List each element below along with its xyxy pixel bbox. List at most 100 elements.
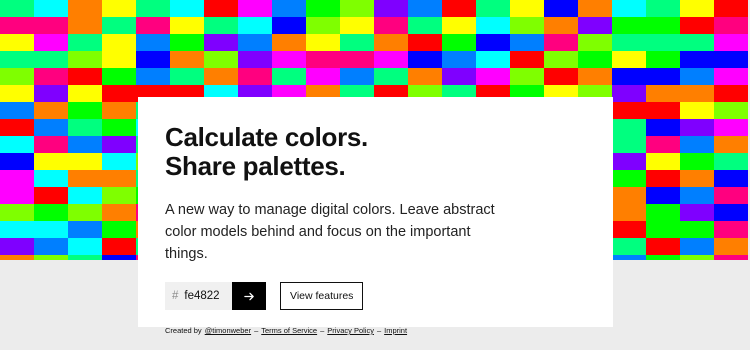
hex-color-input[interactable] (184, 290, 229, 302)
color-tile (442, 34, 476, 51)
color-tile (442, 51, 476, 68)
view-features-button[interactable]: View features (280, 282, 364, 310)
color-tile (68, 51, 102, 68)
color-tile (136, 34, 170, 51)
color-tile (0, 85, 34, 102)
color-tile (612, 68, 646, 85)
color-tile (646, 68, 680, 85)
color-tile (306, 0, 340, 17)
color-tile (476, 0, 510, 17)
color-tile (34, 68, 68, 85)
color-tile (34, 136, 68, 153)
color-tile (680, 17, 714, 34)
color-tile (510, 68, 544, 85)
color-tile (646, 102, 680, 119)
color-tile (714, 119, 748, 136)
color-tile (102, 153, 136, 170)
imprint-link[interactable]: Imprint (384, 326, 407, 335)
color-tile (612, 255, 646, 260)
color-tile (238, 34, 272, 51)
color-tile (714, 221, 748, 238)
color-tile (680, 0, 714, 17)
color-tile (136, 17, 170, 34)
color-tile (680, 255, 714, 260)
color-tile (680, 68, 714, 85)
hash-prefix: # (172, 290, 179, 302)
color-tile (0, 204, 34, 221)
page-title: Calculate colors. Share palettes. (165, 123, 587, 181)
color-tile (578, 17, 612, 34)
color-tile (68, 170, 102, 187)
color-tile (578, 51, 612, 68)
color-tile (68, 204, 102, 221)
color-tile (68, 102, 102, 119)
color-tile (646, 17, 680, 34)
color-tile (680, 187, 714, 204)
color-tile (102, 170, 136, 187)
color-tile (0, 34, 34, 51)
color-tile (68, 136, 102, 153)
color-tile (714, 0, 748, 17)
color-tile (646, 204, 680, 221)
color-tile (612, 153, 646, 170)
color-tile (544, 51, 578, 68)
color-tile (34, 119, 68, 136)
color-tile (612, 204, 646, 221)
calculate-button[interactable] (232, 282, 266, 310)
color-tile (170, 17, 204, 34)
color-tile (34, 153, 68, 170)
color-tile (102, 34, 136, 51)
created-by-text: Created by (165, 326, 202, 335)
color-tile (306, 68, 340, 85)
color-tile (272, 68, 306, 85)
color-tile (68, 221, 102, 238)
color-tile (170, 0, 204, 17)
color-tile (0, 0, 34, 17)
color-tile (714, 51, 748, 68)
color-tile (442, 0, 476, 17)
color-tile (204, 51, 238, 68)
color-tile (442, 68, 476, 85)
color-tile (646, 0, 680, 17)
terms-link[interactable]: Terms of Service (261, 326, 317, 335)
color-tile (238, 0, 272, 17)
color-tile (272, 0, 306, 17)
color-tile (34, 221, 68, 238)
author-link[interactable]: @timonweber (205, 326, 251, 335)
color-tile (714, 187, 748, 204)
separator: – (376, 326, 382, 335)
color-tile (476, 17, 510, 34)
color-tile (34, 51, 68, 68)
color-tile (612, 34, 646, 51)
color-tile (612, 238, 646, 255)
hex-color-field[interactable]: # (165, 282, 232, 310)
headline-line-2: Share palettes. (165, 151, 346, 181)
color-tile (170, 68, 204, 85)
color-tile (68, 238, 102, 255)
color-tile (612, 51, 646, 68)
color-tile (0, 153, 34, 170)
color-tile (136, 68, 170, 85)
color-tile (238, 51, 272, 68)
color-tile (34, 102, 68, 119)
color-tile (0, 221, 34, 238)
color-tile (544, 68, 578, 85)
color-tile (306, 17, 340, 34)
color-tile (102, 0, 136, 17)
color-tile (714, 136, 748, 153)
color-tile (0, 187, 34, 204)
color-tile (714, 68, 748, 85)
color-tile (102, 187, 136, 204)
color-tile (578, 0, 612, 17)
color-tile (68, 17, 102, 34)
headline-line-1: Calculate colors. (165, 122, 368, 152)
color-tile (102, 204, 136, 221)
color-tile (0, 170, 34, 187)
color-tile (442, 17, 476, 34)
color-tile (680, 119, 714, 136)
privacy-link[interactable]: Privacy Policy (327, 326, 374, 335)
color-tile (646, 170, 680, 187)
color-tile (34, 204, 68, 221)
color-tile (102, 136, 136, 153)
color-tile (204, 17, 238, 34)
